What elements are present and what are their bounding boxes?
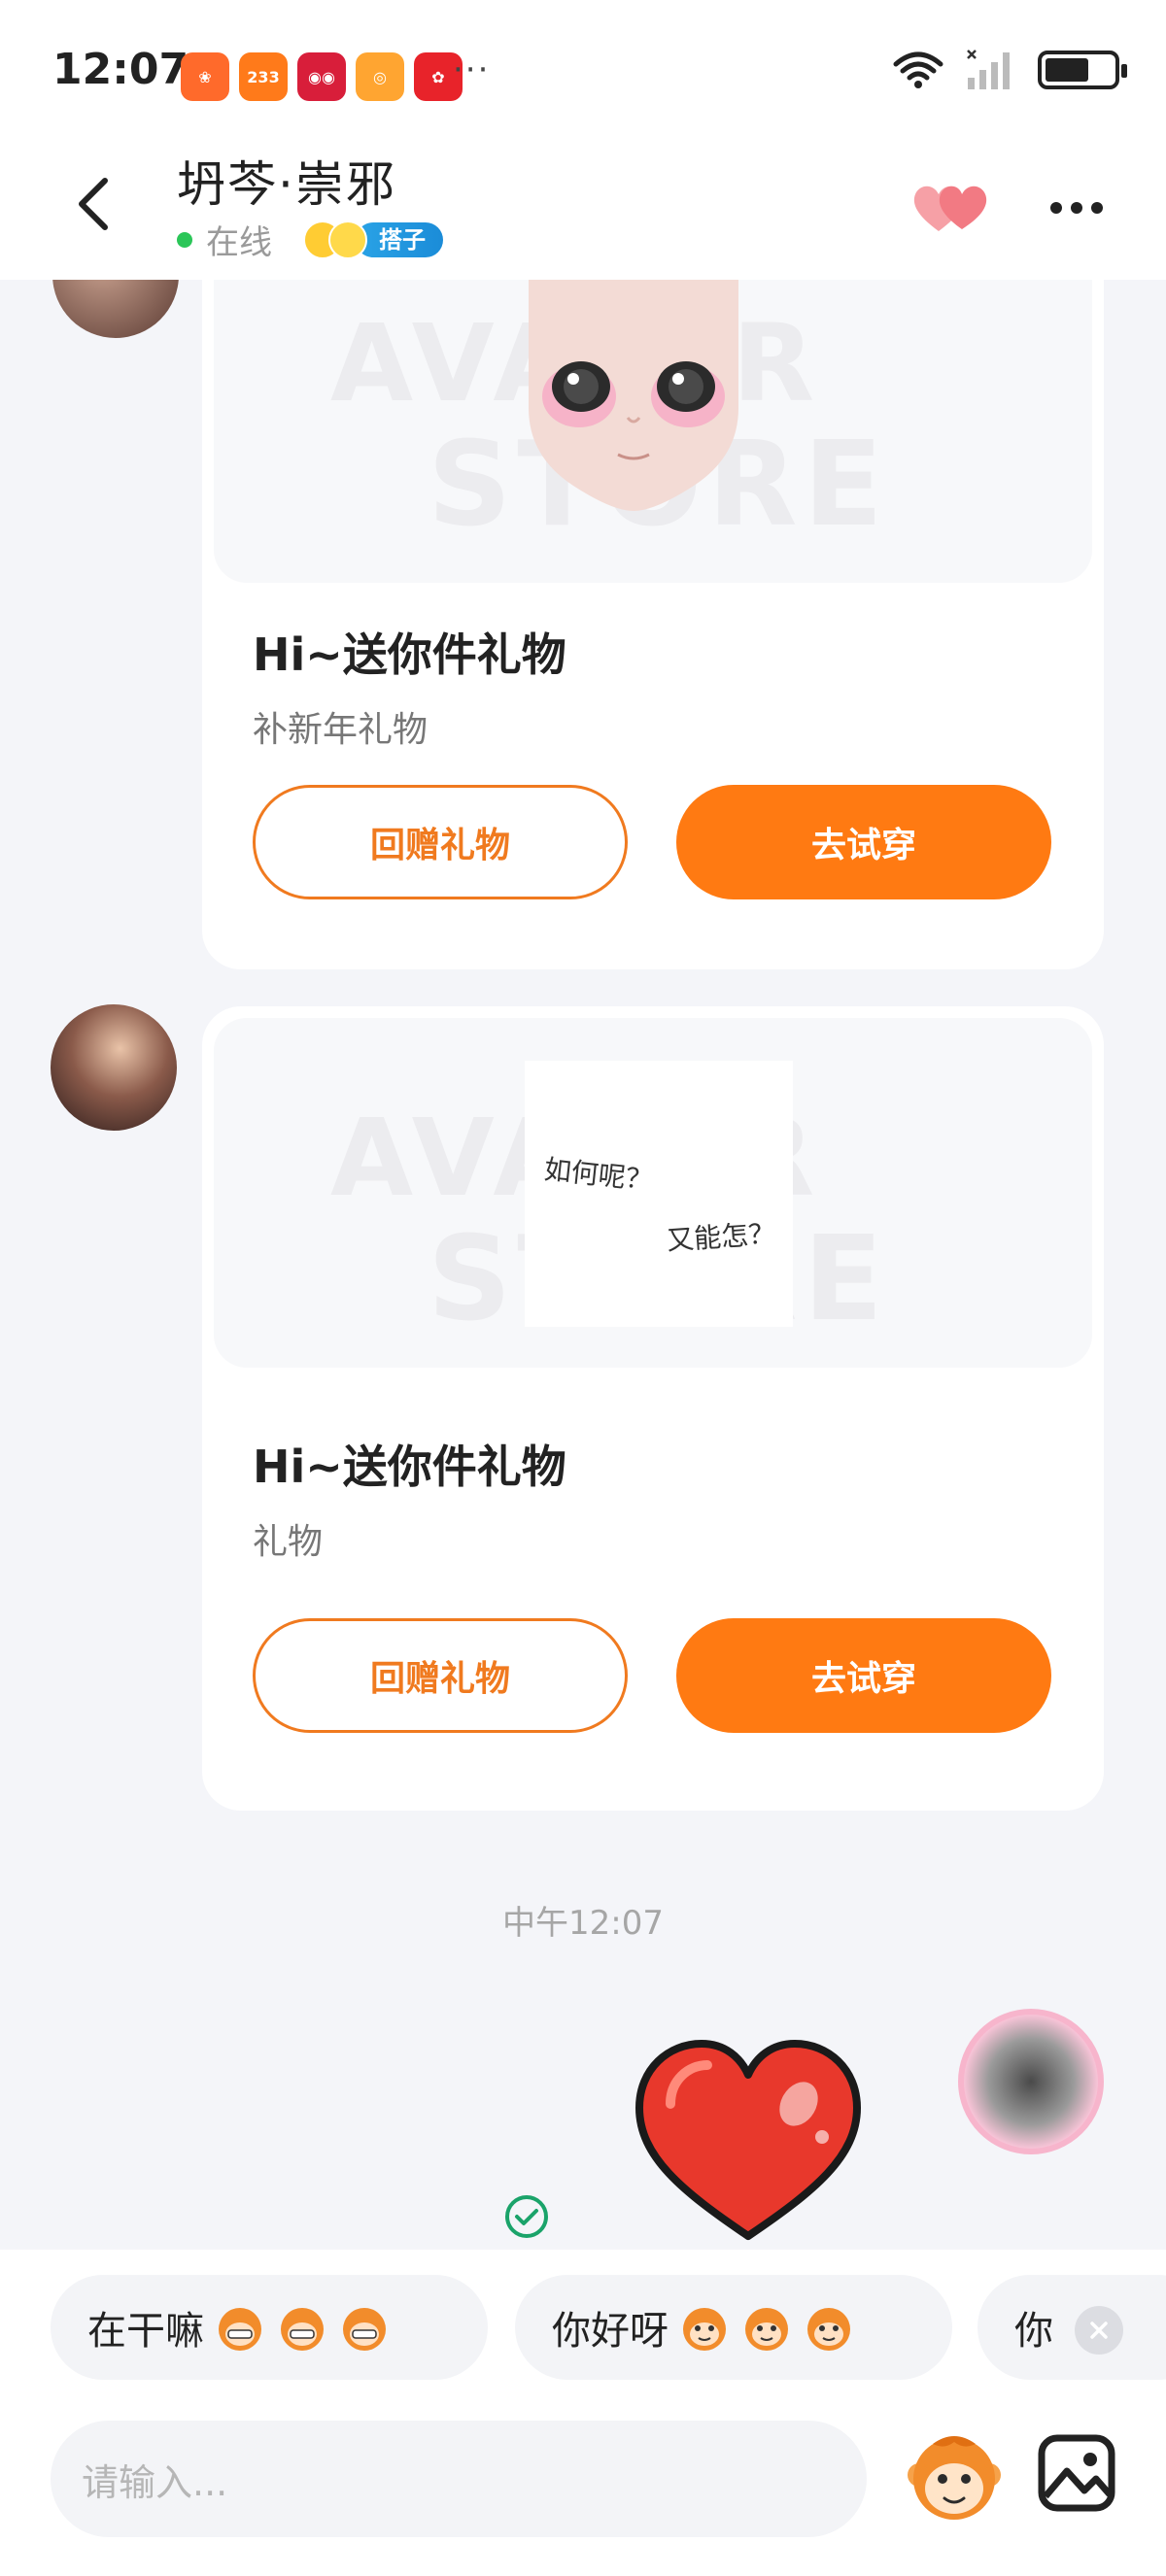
close-icon xyxy=(1090,2322,1108,2339)
status-bar: 12:07 ❀ 233 ◉◉ ◎ ✿ ··· xyxy=(0,0,1166,136)
gift-card-message: 礼物 xyxy=(253,1522,324,1562)
more-options-button[interactable] xyxy=(1040,179,1114,237)
sender-avatar[interactable] xyxy=(52,280,179,338)
back-button[interactable] xyxy=(54,165,132,243)
return-gift-button[interactable]: 回赠礼物 xyxy=(253,785,628,899)
try-on-button[interactable]: 去试穿 xyxy=(676,1618,1051,1733)
monkey-smile-emoji-icon xyxy=(745,2308,788,2351)
quick-reply-chip[interactable]: 你好呀 xyxy=(515,2275,952,2380)
orange-app-icon: ◎ xyxy=(356,52,404,101)
quick-reply-chip[interactable]: 在干嘛 xyxy=(51,2275,488,2380)
monkey-smile-emoji-icon xyxy=(683,2308,726,2351)
star-eyes-emoji-icon xyxy=(328,220,367,259)
chat-header: 坍芩·崇邪 在线 搭子 xyxy=(0,136,1166,280)
menu-dot xyxy=(1050,202,1062,214)
close-quick-replies-button[interactable] xyxy=(1075,2306,1123,2355)
message-input[interactable]: 请输入... xyxy=(51,2421,867,2537)
status-time: 12:07 xyxy=(52,45,189,94)
gift-item-text: 如何呢？ xyxy=(542,1153,655,1197)
quick-reply-text: 在干嘛 xyxy=(87,2309,204,2354)
menu-dot xyxy=(1071,202,1082,214)
intimacy-hearts-icon[interactable] xyxy=(908,173,995,241)
online-dot-icon xyxy=(177,231,192,248)
contact-name[interactable]: 坍芩·崇邪 xyxy=(177,146,396,216)
chevron-left-icon xyxy=(79,178,108,230)
battery-icon xyxy=(1038,51,1127,89)
gift-preview[interactable]: AVATAR STORE xyxy=(214,280,1092,583)
message-list[interactable]: AVATAR STORE Hi~送你件礼物 补新年礼物 回赠礼物 去试穿 xyxy=(0,280,1166,2250)
image-gallery-icon[interactable] xyxy=(1036,2432,1117,2514)
monkey-sticker-icon[interactable] xyxy=(904,2424,1005,2531)
try-on-button[interactable]: 去试穿 xyxy=(676,785,1051,899)
gift-card-title: Hi~送你件礼物 xyxy=(253,628,566,681)
heart-sticker[interactable] xyxy=(632,2036,865,2246)
presence-status: 在线 搭子 xyxy=(177,216,443,263)
sender-avatar[interactable] xyxy=(51,1004,177,1131)
my-avatar[interactable] xyxy=(958,2009,1104,2154)
message-timestamp: 中午12:07 xyxy=(502,1904,664,1943)
message-input-placeholder: 请输入... xyxy=(82,2460,228,2504)
monkey-smile-emoji-icon xyxy=(807,2308,850,2351)
wifi-icon xyxy=(893,51,943,88)
gift-card-title: Hi~送你件礼物 xyxy=(253,1441,566,1493)
composer: 在干嘛 你好呀 你 请输入... xyxy=(0,2250,1166,2576)
gift-preview[interactable]: AVATAR STORE 如何呢？ 又能怎？ xyxy=(214,1018,1092,1368)
quick-reply-chip[interactable]: 你 xyxy=(977,2275,1166,2380)
233-icon: 233 xyxy=(239,52,288,101)
gift-item-text: 又能怎？ xyxy=(666,1217,777,1257)
return-gift-button[interactable]: 回赠礼物 xyxy=(253,1618,628,1733)
gift-card: AVATAR STORE Hi~送你件礼物 补新年礼物 回赠礼物 去试穿 xyxy=(202,280,1104,969)
buddy-badge-label: 搭子 xyxy=(356,221,443,257)
monkey-emoji-icon xyxy=(343,2308,386,2351)
avatar-face-icon xyxy=(529,280,738,511)
gift-item-image: 如何呢？ 又能怎？ xyxy=(525,1061,793,1327)
quick-reply-text: 你 xyxy=(1014,2309,1053,2354)
kuaikan-icon: ❀ xyxy=(181,52,229,101)
tmall-icon: ◉◉ xyxy=(297,52,346,101)
quick-reply-text: 你好呀 xyxy=(552,2309,669,2354)
gift-card: AVATAR STORE 如何呢？ 又能怎？ Hi~送你件礼物 礼物 回赠礼物 … xyxy=(202,1006,1104,1811)
notification-app-icons: ❀ 233 ◉◉ ◎ ✿ xyxy=(181,52,463,101)
menu-dot xyxy=(1091,202,1103,214)
signal-icon xyxy=(967,50,1010,89)
gift-card-message: 补新年礼物 xyxy=(253,710,429,750)
online-status-text: 在线 xyxy=(206,223,272,262)
monkey-emoji-icon xyxy=(281,2308,324,2351)
quick-replies[interactable]: 在干嘛 你好呀 你 xyxy=(0,2275,1166,2384)
monkey-emoji-icon xyxy=(219,2308,261,2351)
buddy-badge[interactable]: 搭子 xyxy=(303,220,443,259)
read-check-icon xyxy=(505,2195,548,2238)
more-notifications-icon: ··· xyxy=(453,51,491,89)
